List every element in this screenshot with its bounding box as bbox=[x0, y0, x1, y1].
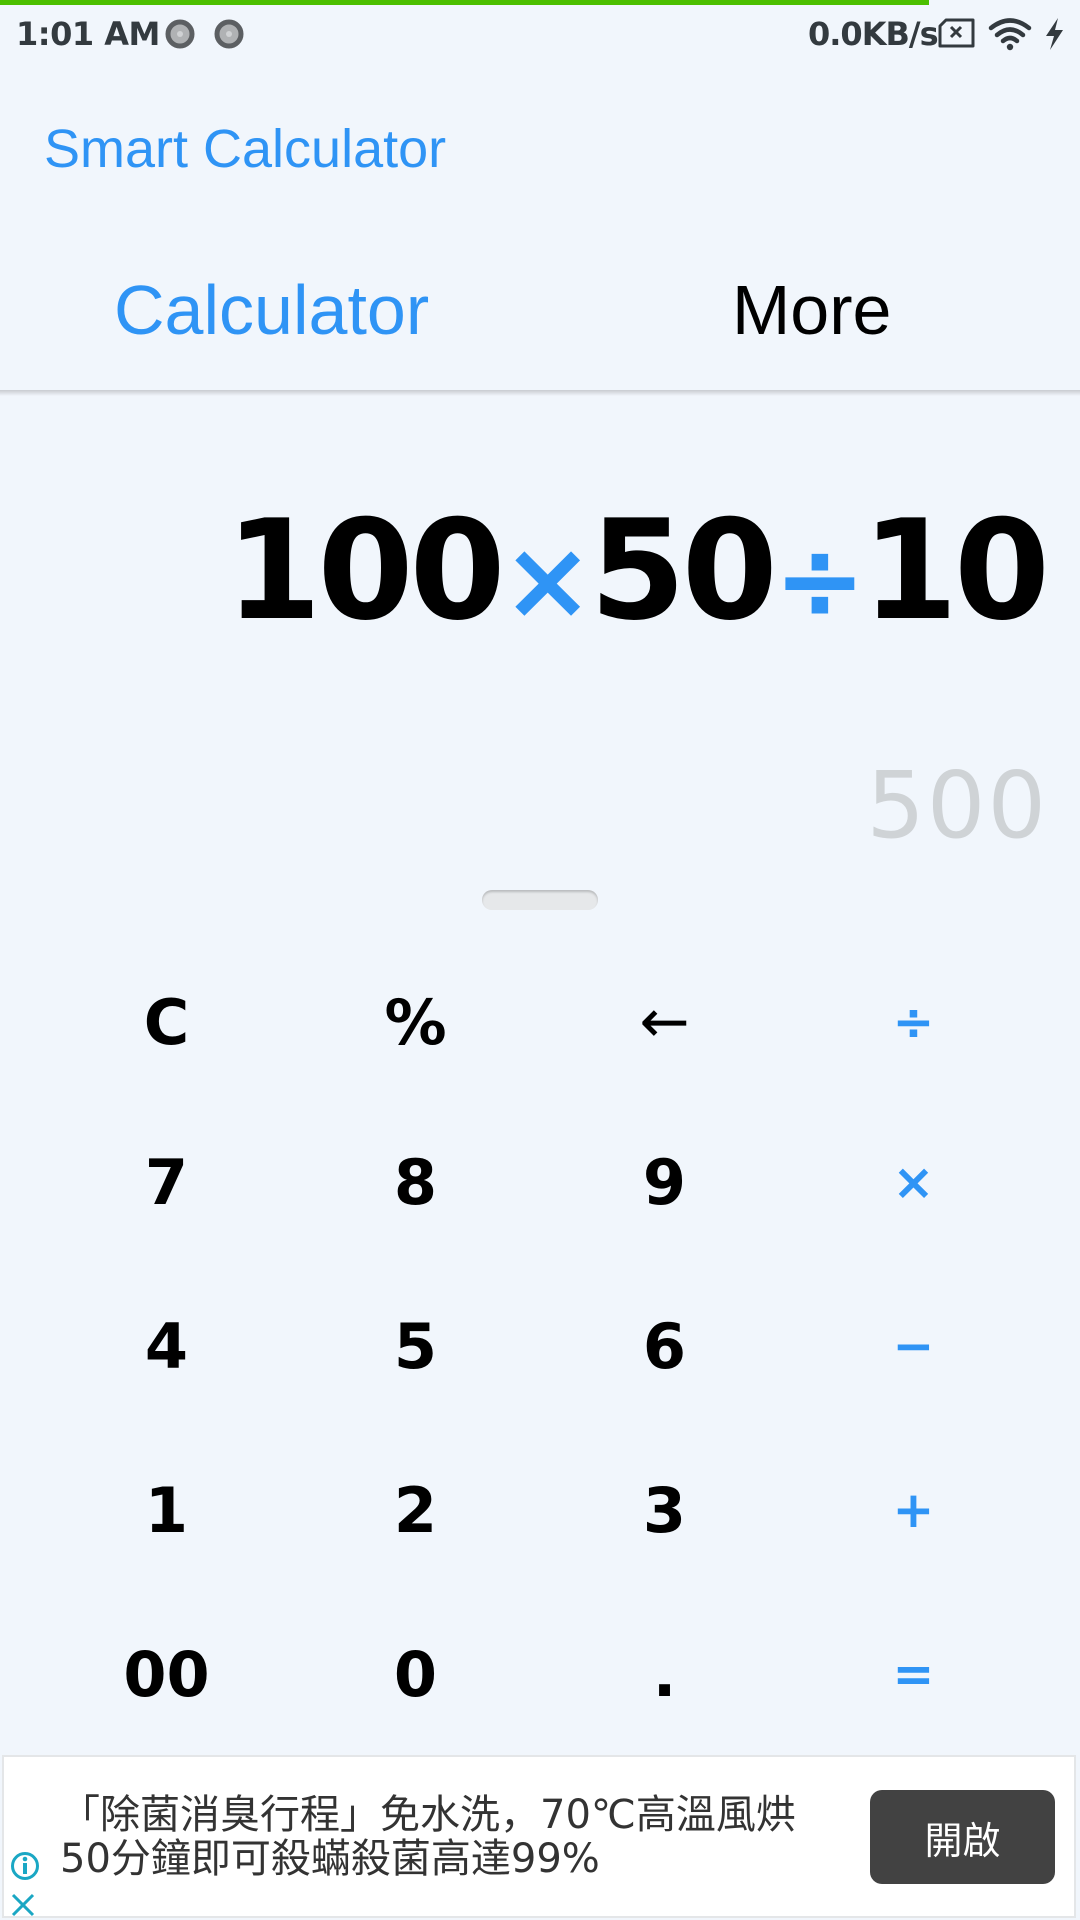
notification-dot-icon bbox=[165, 19, 195, 49]
app-title: Smart Calculator bbox=[44, 119, 447, 179]
key-multiply[interactable]: × bbox=[789, 1100, 1038, 1264]
key-1[interactable]: 1 bbox=[42, 1428, 291, 1592]
key-2[interactable]: 2 bbox=[291, 1428, 540, 1592]
status-bar: 1:01 AM 0.0KB/s bbox=[0, 5, 1080, 63]
ad-line-1: 「除菌消臭行程」免水洗，70℃高溫風烘 bbox=[60, 1792, 796, 1838]
key-clear[interactable]: C bbox=[42, 940, 291, 1104]
expression-display[interactable]: 100×50÷10 bbox=[225, 490, 1051, 651]
ad-text[interactable]: 「除菌消臭行程」免水洗，70℃高溫風烘 50分鐘即可殺蟎殺菌高達99% bbox=[60, 1793, 796, 1881]
expression-number: 50 bbox=[589, 490, 778, 651]
tab-more[interactable]: More bbox=[732, 270, 891, 350]
tab-calculator[interactable]: Calculator bbox=[114, 270, 429, 350]
key-decimal[interactable]: . bbox=[540, 1592, 789, 1756]
expression-number: 100 bbox=[225, 490, 506, 651]
expression-operator: ÷ bbox=[773, 516, 866, 644]
key-9[interactable]: 9 bbox=[540, 1100, 789, 1264]
key-percent[interactable]: % bbox=[291, 940, 540, 1104]
keypad: C% ← ÷ 7 8 9 × 4 5 6−1 2 3 +00 0. = bbox=[0, 940, 1080, 1750]
key-8[interactable]: 8 bbox=[291, 1100, 540, 1264]
ad-line-2: 50分鐘即可殺蟎殺菌高達99% bbox=[60, 1836, 600, 1882]
sim-missing-icon bbox=[938, 18, 975, 48]
status-time: 1:01 AM bbox=[16, 15, 160, 53]
key-5[interactable]: 5 bbox=[291, 1264, 540, 1428]
wifi-icon bbox=[988, 18, 1032, 51]
ad-open-button[interactable]: 開啟 bbox=[870, 1790, 1055, 1884]
key-double-zero[interactable]: 00 bbox=[42, 1592, 291, 1756]
ad-banner[interactable]: 「除菌消臭行程」免水洗，70℃高溫風烘 50分鐘即可殺蟎殺菌高達99% 開啟 bbox=[2, 1755, 1076, 1918]
result-preview: 500 bbox=[866, 752, 1048, 859]
network-speed: 0.0KB/s bbox=[808, 15, 939, 53]
ad-info-icon[interactable] bbox=[10, 1851, 40, 1881]
keypad-drag-handle[interactable] bbox=[482, 890, 598, 910]
key-0[interactable]: 0 bbox=[291, 1592, 540, 1756]
key-subtract[interactable]: − bbox=[789, 1264, 1038, 1428]
charging-icon bbox=[1046, 18, 1063, 50]
expression-number: 10 bbox=[861, 490, 1050, 651]
expression-operator: × bbox=[501, 516, 594, 644]
key-6[interactable]: 6 bbox=[540, 1264, 789, 1428]
header-divider bbox=[0, 390, 1080, 396]
key-3[interactable]: 3 bbox=[540, 1428, 789, 1592]
tab-bar: Calculator More bbox=[0, 260, 1080, 370]
ad-close-icon[interactable] bbox=[10, 1892, 36, 1918]
key-divide[interactable]: ÷ bbox=[789, 940, 1038, 1104]
key-equals[interactable]: = bbox=[789, 1592, 1038, 1756]
key-add[interactable]: + bbox=[789, 1428, 1038, 1592]
key-4[interactable]: 4 bbox=[42, 1264, 291, 1428]
key-backspace[interactable]: ← bbox=[540, 940, 789, 1104]
key-7[interactable]: 7 bbox=[42, 1100, 291, 1264]
notification-dot-icon bbox=[214, 19, 244, 49]
